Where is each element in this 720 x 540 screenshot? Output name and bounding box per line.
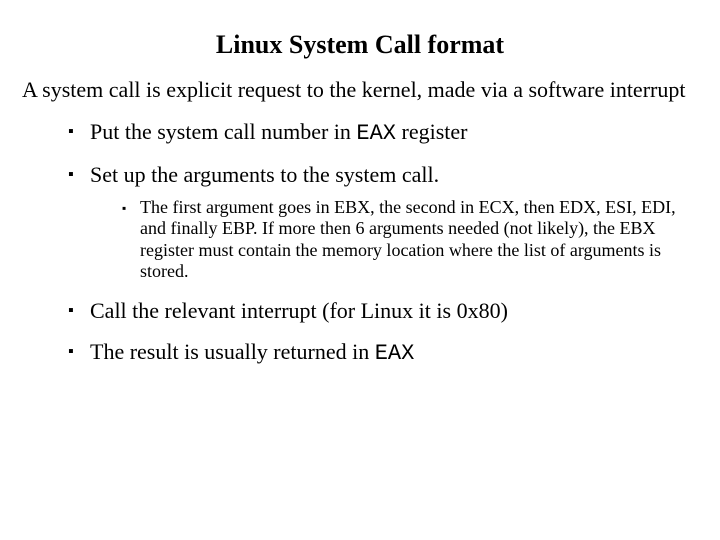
bullet-text: Set up the arguments to the system call. bbox=[90, 162, 439, 187]
bullet-list: Put the system call number in EAX regist… bbox=[22, 118, 698, 368]
list-item: The first argument goes in EBX, the seco… bbox=[122, 197, 698, 283]
list-item: Set up the arguments to the system call.… bbox=[68, 161, 698, 283]
intro-line: A system call is explicit request to the… bbox=[22, 76, 698, 104]
code-text: EAX bbox=[375, 341, 415, 366]
list-item: The result is usually returned in EAX bbox=[68, 338, 698, 368]
intro-text: A system call is explicit request to the… bbox=[22, 76, 698, 104]
slide-container: Linux System Call format A system call i… bbox=[0, 0, 720, 540]
slide-title: Linux System Call format bbox=[22, 30, 698, 60]
sub-bullet-text: The first argument goes in EBX, the seco… bbox=[140, 197, 676, 282]
code-text: EAX bbox=[356, 121, 396, 146]
bullet-text: register bbox=[396, 119, 467, 144]
bullet-text: Put the system call number in bbox=[90, 119, 356, 144]
bullet-text: Call the relevant interrupt (for Linux i… bbox=[90, 298, 508, 323]
list-item: Put the system call number in EAX regist… bbox=[68, 118, 698, 148]
sub-bullet-list: The first argument goes in EBX, the seco… bbox=[90, 197, 698, 283]
bullet-text: The result is usually returned in bbox=[90, 339, 375, 364]
list-item: Call the relevant interrupt (for Linux i… bbox=[68, 297, 698, 325]
